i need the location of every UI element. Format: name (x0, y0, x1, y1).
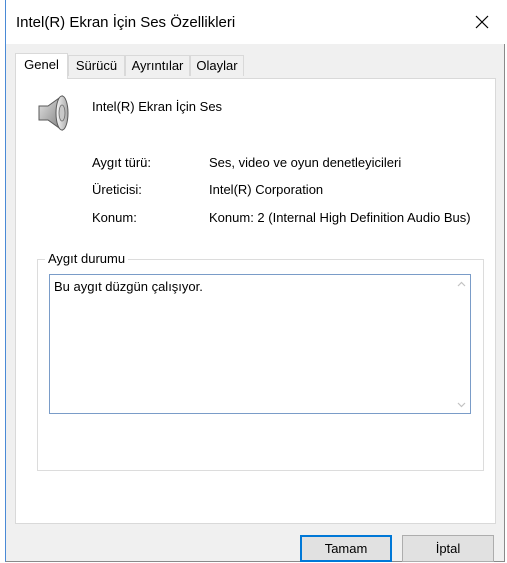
location-value: Konum: 2 (Internal High Definition Audio… (209, 210, 471, 225)
tab-details[interactable]: Ayrıntılar (125, 55, 190, 76)
device-status-textbox[interactable]: Bu aygıt düzgün çalışıyor. (49, 274, 471, 414)
speaker-icon (38, 95, 69, 131)
title-bar[interactable]: Intel(R) Ekran İçin Ses Özellikleri (6, 0, 505, 44)
status-scrollbar[interactable] (453, 275, 470, 413)
device-status-text: Bu aygıt düzgün çalışıyor. (54, 279, 203, 294)
device-status-group-label: Aygıt durumu (45, 251, 129, 266)
properties-dialog: Intel(R) Ekran İçin Ses Özellikleri Gene… (5, 0, 505, 562)
scroll-up-button[interactable] (453, 275, 470, 292)
chevron-down-icon (457, 402, 466, 407)
chevron-up-icon (457, 281, 466, 286)
manufacturer-value: Intel(R) Corporation (209, 182, 324, 197)
manufacturer-label: Üreticisi: (92, 182, 142, 197)
general-tab-panel: Intel(R) Ekran İçin Ses Aygıt türü: Ses,… (15, 78, 496, 524)
close-button[interactable] (459, 0, 505, 44)
tab-events[interactable]: Olaylar (190, 55, 244, 76)
tab-driver[interactable]: Sürücü (68, 55, 125, 76)
scroll-down-button[interactable] (453, 396, 470, 413)
device-name: Intel(R) Ekran İçin Ses (92, 99, 223, 114)
device-type-label: Aygıt türü: (92, 155, 152, 170)
tab-general[interactable]: Genel (15, 53, 68, 79)
location-label: Konum: (92, 210, 137, 225)
device-type-value: Ses, video ve oyun denetleyicileri (209, 155, 402, 170)
cancel-button[interactable]: İptal (402, 535, 494, 562)
window-title: Intel(R) Ekran İçin Ses Özellikleri (16, 14, 236, 31)
close-icon (475, 15, 489, 29)
screen: Intel(R) Ekran İçin Ses Özellikleri Gene… (0, 0, 507, 563)
device-status-group: Aygıt durumu Bu aygıt düzgün çalışıyor. (37, 251, 484, 471)
ok-button[interactable]: Tamam (300, 535, 392, 562)
